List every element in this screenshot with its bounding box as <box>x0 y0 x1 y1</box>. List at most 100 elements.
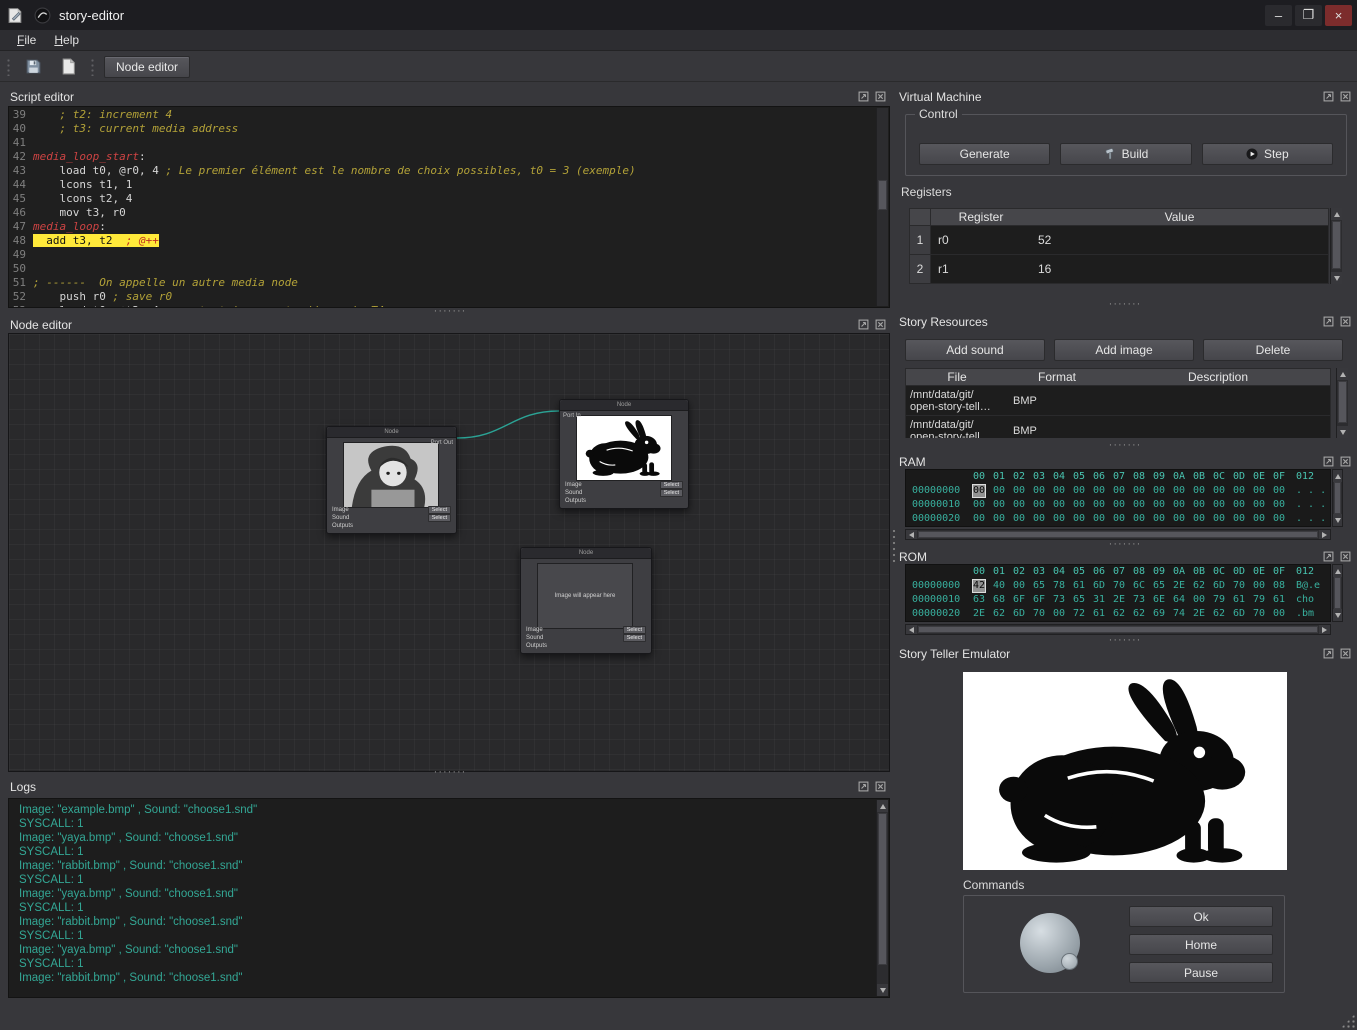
scroll-right-icon[interactable] <box>1319 530 1330 539</box>
hex-byte[interactable]: 31 <box>1092 593 1106 607</box>
resources-scrollbar[interactable] <box>1336 368 1348 438</box>
node-select-button[interactable]: Select <box>660 481 683 490</box>
hex-byte[interactable]: 65 <box>1072 593 1086 607</box>
hex-byte[interactable]: 79 <box>1212 593 1226 607</box>
hex-byte[interactable]: 00 <box>1212 512 1226 526</box>
hex-byte[interactable]: 62 <box>1192 579 1206 593</box>
hex-byte[interactable]: 00 <box>1192 484 1206 498</box>
hex-byte[interactable]: 00 <box>1132 484 1146 498</box>
node-select-button[interactable]: Select <box>623 626 646 635</box>
hex-byte[interactable]: 00 <box>1072 512 1086 526</box>
splitter-handle[interactable] <box>1058 540 1192 547</box>
hex-byte[interactable]: 62 <box>1132 607 1146 621</box>
hex-byte[interactable]: 70 <box>1252 607 1266 621</box>
file-column-header[interactable]: File <box>906 370 1008 384</box>
hex-byte[interactable]: 00 <box>1272 498 1286 512</box>
float-icon[interactable] <box>1322 551 1334 563</box>
add-image-button[interactable]: Add image <box>1054 339 1194 361</box>
node-select-button[interactable]: Select <box>623 634 646 643</box>
save-button[interactable] <box>20 55 46 79</box>
hex-byte[interactable]: 00 <box>1212 498 1226 512</box>
resource-row[interactable]: /mnt/data/git/ open-story-tell… BMP <box>905 386 1331 416</box>
hex-byte[interactable]: 00 <box>992 484 1006 498</box>
hex-byte[interactable]: 00 <box>1192 512 1206 526</box>
hex-byte[interactable]: 61 <box>1272 593 1286 607</box>
hex-byte[interactable]: 00 <box>1232 498 1246 512</box>
scroll-down-icon[interactable] <box>1333 514 1342 526</box>
hex-byte[interactable]: 00 <box>1112 484 1126 498</box>
hex-byte[interactable]: 00 <box>1092 498 1106 512</box>
splitter-handle[interactable] <box>380 307 520 314</box>
hex-byte[interactable]: 00 <box>1072 484 1086 498</box>
code-line[interactable]: 45 lcons t2, 4 <box>9 192 876 206</box>
hex-byte[interactable]: 00 <box>1152 484 1166 498</box>
node-editor-toggle-button[interactable]: Node editor <box>104 56 190 78</box>
step-button[interactable]: Step <box>1202 143 1333 165</box>
resource-row[interactable]: /mnt/data/git/ open-story-tell… BMP <box>905 416 1331 438</box>
float-icon[interactable] <box>1322 91 1334 103</box>
code-line[interactable]: 47media_loop: <box>9 220 876 234</box>
toolbar-handle[interactable] <box>90 58 95 76</box>
hex-byte[interactable]: 00 <box>1072 498 1086 512</box>
hex-byte[interactable]: 00 <box>1052 498 1066 512</box>
hex-byte[interactable]: 00 <box>1012 484 1026 498</box>
hex-byte[interactable]: 00 <box>972 498 986 512</box>
hex-byte[interactable]: 00 <box>1192 498 1206 512</box>
splitter-handle[interactable] <box>1058 300 1192 307</box>
hex-byte[interactable]: 00 <box>1152 498 1166 512</box>
hex-byte[interactable]: 00 <box>1252 579 1266 593</box>
hex-byte[interactable]: 08 <box>1272 579 1286 593</box>
splitter-handle[interactable] <box>380 768 520 775</box>
float-icon[interactable] <box>1322 648 1334 660</box>
graph-node[interactable]: NodePort InImageSelectSoundSelectOutputs <box>559 399 689 509</box>
hex-byte[interactable]: 00 <box>1172 512 1186 526</box>
hex-byte[interactable]: 61 <box>1232 593 1246 607</box>
ram-vertical-scrollbar[interactable] <box>1332 469 1343 527</box>
splitter-handle[interactable] <box>1058 441 1192 448</box>
hex-byte[interactable]: 2E <box>1172 579 1186 593</box>
hex-byte[interactable]: 61 <box>1092 607 1106 621</box>
scroll-up-icon[interactable] <box>877 800 888 812</box>
hex-byte[interactable]: 72 <box>1072 607 1086 621</box>
hex-byte[interactable]: 00 <box>1012 512 1026 526</box>
hex-byte[interactable]: 00 <box>1232 512 1246 526</box>
rom-hex-view[interactable]: 000102030405060708090A0B0C0D0E0F01200000… <box>905 564 1331 622</box>
hex-byte[interactable]: 73 <box>1052 593 1066 607</box>
code-line[interactable]: 50 <box>9 262 876 276</box>
maximize-button[interactable]: ❐ <box>1295 5 1322 26</box>
hex-byte[interactable]: 00 <box>992 512 1006 526</box>
hex-byte[interactable]: 2E <box>972 607 986 621</box>
hex-byte[interactable]: 00 <box>1272 512 1286 526</box>
scroll-down-icon[interactable] <box>877 984 888 996</box>
close-icon[interactable] <box>1339 648 1351 660</box>
hex-byte[interactable]: 00 <box>1232 484 1246 498</box>
scroll-left-icon[interactable] <box>906 530 917 539</box>
hex-byte[interactable]: 6F <box>1032 593 1046 607</box>
toolbar-handle[interactable] <box>6 58 11 76</box>
format-column-header[interactable]: Format <box>1008 370 1106 384</box>
hex-byte[interactable]: 00 <box>1172 484 1186 498</box>
port-in-label[interactable]: Port In <box>563 413 581 419</box>
registers-scrollbar[interactable] <box>1330 208 1342 284</box>
home-button[interactable]: Home <box>1129 934 1273 955</box>
hex-byte[interactable]: 00 <box>1092 512 1106 526</box>
hex-byte[interactable]: 00 <box>1252 498 1266 512</box>
code-line[interactable]: 52 push r0 ; save r0 <box>9 290 876 304</box>
hex-byte[interactable]: 00 <box>1252 484 1266 498</box>
hex-byte[interactable]: 62 <box>1212 607 1226 621</box>
hex-byte[interactable]: 70 <box>1112 579 1126 593</box>
hex-byte[interactable]: 6D <box>1092 579 1106 593</box>
hex-byte[interactable]: 6D <box>1212 579 1226 593</box>
hex-byte[interactable]: 00 <box>992 498 1006 512</box>
hex-byte[interactable]: 65 <box>1032 579 1046 593</box>
hex-byte[interactable]: 6D <box>1012 607 1026 621</box>
float-icon[interactable] <box>1322 456 1334 468</box>
hex-byte[interactable]: 00 <box>1132 498 1146 512</box>
delete-button[interactable]: Delete <box>1203 339 1343 361</box>
hex-byte[interactable]: 00 <box>1012 498 1026 512</box>
scroll-right-icon[interactable] <box>1319 625 1330 634</box>
hex-byte[interactable]: 00 <box>1092 484 1106 498</box>
scroll-left-icon[interactable] <box>906 625 917 634</box>
scroll-down-icon[interactable] <box>1337 426 1348 438</box>
hex-byte[interactable]: 74 <box>1172 607 1186 621</box>
